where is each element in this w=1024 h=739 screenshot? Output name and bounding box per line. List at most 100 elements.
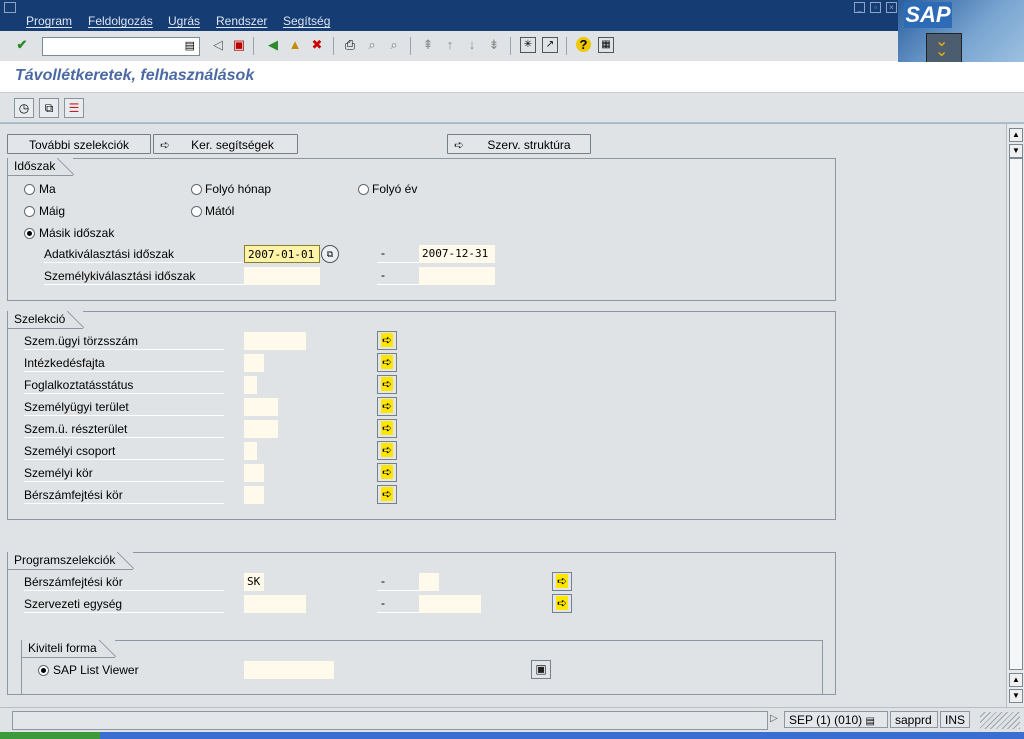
find-next-icon[interactable]: ⌕	[386, 37, 402, 53]
radio-other-period-label: Másik időszak	[39, 226, 115, 240]
system-info[interactable]: SEP (1) (010) ▤	[784, 711, 888, 728]
selection-label-employee-subgroup: Személyi kör	[24, 464, 224, 482]
back-nav-icon[interactable]: ◁	[210, 37, 226, 53]
exit-icon[interactable]: ▲	[287, 37, 303, 53]
layout-field[interactable]	[244, 661, 334, 679]
window-menu-icon[interactable]	[4, 2, 16, 13]
org-structure-button[interactable]: ➪ Szerv. struktúra	[447, 134, 591, 154]
selection-options-icon[interactable]: ☰	[64, 98, 84, 118]
chevron-down-icon: ⌄ ⌄	[935, 33, 949, 60]
find-icon[interactable]: ⌕	[364, 37, 380, 53]
radio-current-year[interactable]	[358, 184, 369, 195]
radio-up-to-today[interactable]	[24, 206, 35, 217]
next-page-icon[interactable]: ↓	[464, 37, 480, 53]
system-info-list-icon[interactable]: ▤	[866, 716, 875, 727]
layout-search-button[interactable]: ▣	[531, 660, 551, 679]
selection-label-personnel-subarea: Szem.ü. részterület	[24, 420, 224, 438]
command-field[interactable]: ▤	[42, 37, 200, 56]
minimize-icon[interactable]: _	[854, 2, 865, 13]
person-selection-to-field[interactable]	[419, 267, 495, 285]
help-icon[interactable]: ?	[576, 37, 591, 52]
program-selection-label-payroll-area: Bérszámfejtési kör	[24, 573, 224, 591]
org-unit-from-field[interactable]	[244, 595, 306, 613]
radio-sap-list-viewer[interactable]	[38, 665, 49, 676]
menu-rendszer[interactable]: Rendszer	[216, 14, 267, 28]
data-selection-from-field[interactable]: 2007-01-01	[244, 245, 320, 263]
program-selection-group: Programszelekciók Bérszámfejtési kör SK …	[7, 552, 836, 695]
back-icon[interactable]: ◀	[265, 37, 281, 53]
selection-label-employment-status: Foglalkoztatásstátus	[24, 376, 224, 394]
selection-group-title: Szelekció	[7, 311, 85, 329]
radio-current-month[interactable]	[191, 184, 202, 195]
multiple-selection-button[interactable]: ➪	[377, 353, 397, 372]
radio-other-period[interactable]	[24, 228, 35, 239]
employee-group-field[interactable]	[244, 442, 257, 460]
menu-feldolgozas[interactable]: Feldolgozás	[88, 14, 153, 28]
radio-today[interactable]	[24, 184, 35, 195]
shortcut-icon[interactable]: ↗	[542, 37, 558, 53]
employee-subgroup-field[interactable]	[244, 464, 264, 482]
close-icon[interactable]: ×	[886, 2, 897, 13]
scroll-down-icon[interactable]: ▼	[1009, 144, 1023, 158]
payroll-area-from-field[interactable]: SK	[244, 573, 264, 591]
command-history-icon[interactable]: ▤	[185, 39, 195, 52]
multiple-selection-button[interactable]: ➪	[377, 397, 397, 416]
payroll-area-to-field[interactable]	[419, 573, 439, 591]
employment-status-field[interactable]	[244, 376, 257, 394]
payroll-area-field[interactable]	[244, 486, 264, 504]
scroll-up-icon[interactable]: ▲	[1009, 128, 1023, 142]
enter-icon[interactable]: ✔	[14, 37, 30, 53]
layout-icon[interactable]: ▦	[598, 37, 614, 53]
multiple-selection-button[interactable]: ➪	[377, 375, 397, 394]
vertical-scrollbar[interactable]: ▲ ▼ ▲ ▼	[1006, 124, 1024, 707]
personnel-number-field[interactable]	[244, 332, 306, 350]
execute-icon[interactable]: ◷	[14, 98, 34, 118]
prev-page-icon[interactable]: ↑	[442, 37, 458, 53]
radio-up-to-today-label: Máig	[39, 204, 66, 218]
expand-toolbar-button[interactable]: ⌄ ⌄	[926, 33, 962, 63]
action-type-field[interactable]	[244, 354, 264, 372]
personnel-area-field[interactable]	[244, 398, 278, 416]
multiple-selection-button[interactable]: ➪	[377, 419, 397, 438]
resize-grip[interactable]	[980, 712, 1020, 729]
menu-ugras[interactable]: Ugrás	[168, 14, 200, 28]
os-start-button[interactable]	[0, 732, 100, 739]
multiple-selection-button[interactable]: ➪	[377, 485, 397, 504]
org-unit-to-field[interactable]	[419, 595, 481, 613]
data-selection-to-field[interactable]: 2007-12-31	[419, 245, 495, 263]
menu-segitseg[interactable]: Segítség	[283, 14, 330, 28]
restore-icon[interactable]: ▫	[870, 2, 881, 13]
radio-from-today[interactable]	[191, 206, 202, 217]
status-bar: ▷ SEP (1) (010) ▤ sapprd INS	[0, 707, 1024, 733]
calendar-help-icon[interactable]: ⧉	[321, 245, 339, 263]
scroll-down-icon[interactable]: ▼	[1009, 689, 1023, 703]
person-selection-from-field[interactable]	[244, 267, 320, 285]
period-group: Időszak Ma Folyó hónap Folyó év Máig Mát…	[7, 158, 836, 301]
multiple-selection-button[interactable]: ➪	[377, 441, 397, 460]
more-selections-button[interactable]: További szelekciók	[7, 134, 151, 154]
range-dash: -	[381, 596, 385, 610]
cancel-icon[interactable]: ✖	[309, 37, 325, 53]
multiple-selection-button[interactable]: ➪	[552, 594, 572, 613]
scrollbar-thumb[interactable]	[1009, 158, 1023, 670]
menu-program[interactable]: Program	[26, 14, 72, 28]
search-helps-button[interactable]: ➪ Ker. segítségek	[153, 134, 298, 154]
multiple-selection-button[interactable]: ➪	[552, 572, 572, 591]
server-name: sapprd	[890, 711, 938, 728]
get-variant-icon[interactable]: ⧉	[39, 98, 59, 118]
new-session-icon[interactable]: ✳	[520, 37, 536, 53]
multiple-selection-button[interactable]: ➪	[377, 331, 397, 350]
print-icon[interactable]: ⎙	[342, 37, 358, 53]
radio-today-label: Ma	[39, 182, 56, 196]
radio-from-today-label: Mától	[205, 204, 235, 218]
personnel-subarea-field[interactable]	[244, 420, 278, 438]
os-taskbar	[0, 732, 1024, 739]
last-page-icon[interactable]: ⇟	[486, 37, 502, 53]
standard-toolbar: ✔ ▤ ◁ ▣ ◀ ▲ ✖ ⎙ ⌕ ⌕ ⇞ ↑ ↓ ⇟ ✳ ↗ ? ▦	[0, 31, 898, 62]
status-expand-icon[interactable]: ▷	[770, 713, 778, 724]
multiple-selection-button[interactable]: ➪	[377, 463, 397, 482]
program-selection-label-org-unit: Szervezeti egység	[24, 595, 224, 613]
save-icon[interactable]: ▣	[231, 37, 247, 53]
scroll-up-icon[interactable]: ▲	[1009, 673, 1023, 687]
first-page-icon[interactable]: ⇞	[420, 37, 436, 53]
